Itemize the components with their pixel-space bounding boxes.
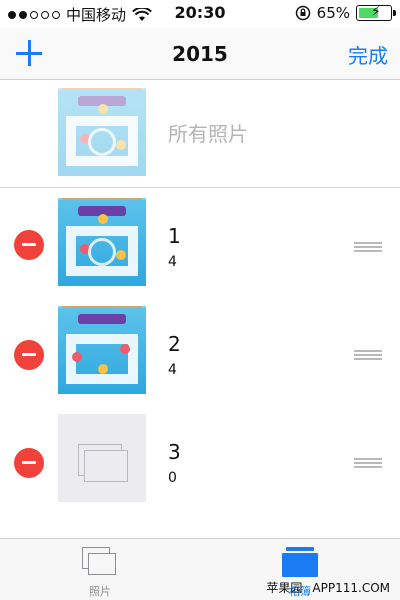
album-name: 2 bbox=[168, 332, 181, 356]
reorder-handle-icon[interactable] bbox=[354, 458, 382, 468]
album-name: 1 bbox=[168, 224, 181, 248]
watermark-brand: 苹果园 bbox=[266, 581, 303, 595]
album-count: 4 bbox=[168, 254, 177, 270]
watermark: 苹果园 APP111.COM bbox=[266, 579, 390, 596]
album-thumbnail bbox=[58, 198, 146, 286]
rotation-lock-icon bbox=[295, 5, 310, 21]
album-count: 4 bbox=[168, 362, 177, 378]
album-count: 0 bbox=[168, 470, 177, 486]
album-thumbnail bbox=[58, 88, 146, 176]
delete-album-button[interactable] bbox=[14, 230, 44, 260]
done-button[interactable]: 完成 bbox=[348, 40, 388, 69]
status-bar: 中国移动 20:30 65% ⚡ bbox=[0, 0, 400, 28]
tab-photos-label: 照片 bbox=[89, 585, 111, 598]
nav-bar: 2015 完成 bbox=[0, 28, 400, 80]
battery-icon: ⚡ bbox=[356, 4, 396, 21]
reorder-handle-icon[interactable] bbox=[354, 242, 382, 252]
battery-percent: 65% bbox=[316, 4, 350, 22]
all-photos-row[interactable]: 所有照片 bbox=[0, 80, 400, 188]
album-thumbnail bbox=[58, 306, 146, 394]
tab-photos[interactable]: 照片 bbox=[0, 539, 200, 600]
empty-album-icon bbox=[58, 414, 146, 502]
album-row[interactable]: 1 4 bbox=[0, 188, 400, 306]
reorder-handle-icon[interactable] bbox=[354, 350, 382, 360]
page-title: 2015 bbox=[172, 42, 228, 66]
albums-icon bbox=[282, 547, 318, 577]
all-photos-label: 所有照片 bbox=[168, 122, 248, 146]
album-row[interactable]: 3 0 bbox=[0, 404, 400, 522]
photos-icon bbox=[82, 547, 118, 577]
watermark-site: APP111.COM bbox=[312, 580, 390, 595]
status-right: 65% ⚡ bbox=[295, 4, 396, 22]
album-name: 3 bbox=[168, 440, 181, 464]
delete-album-button[interactable] bbox=[14, 448, 44, 478]
delete-album-button[interactable] bbox=[14, 340, 44, 370]
album-row[interactable]: 2 4 bbox=[0, 296, 400, 414]
charging-bolt-icon: ⚡ bbox=[371, 4, 381, 20]
